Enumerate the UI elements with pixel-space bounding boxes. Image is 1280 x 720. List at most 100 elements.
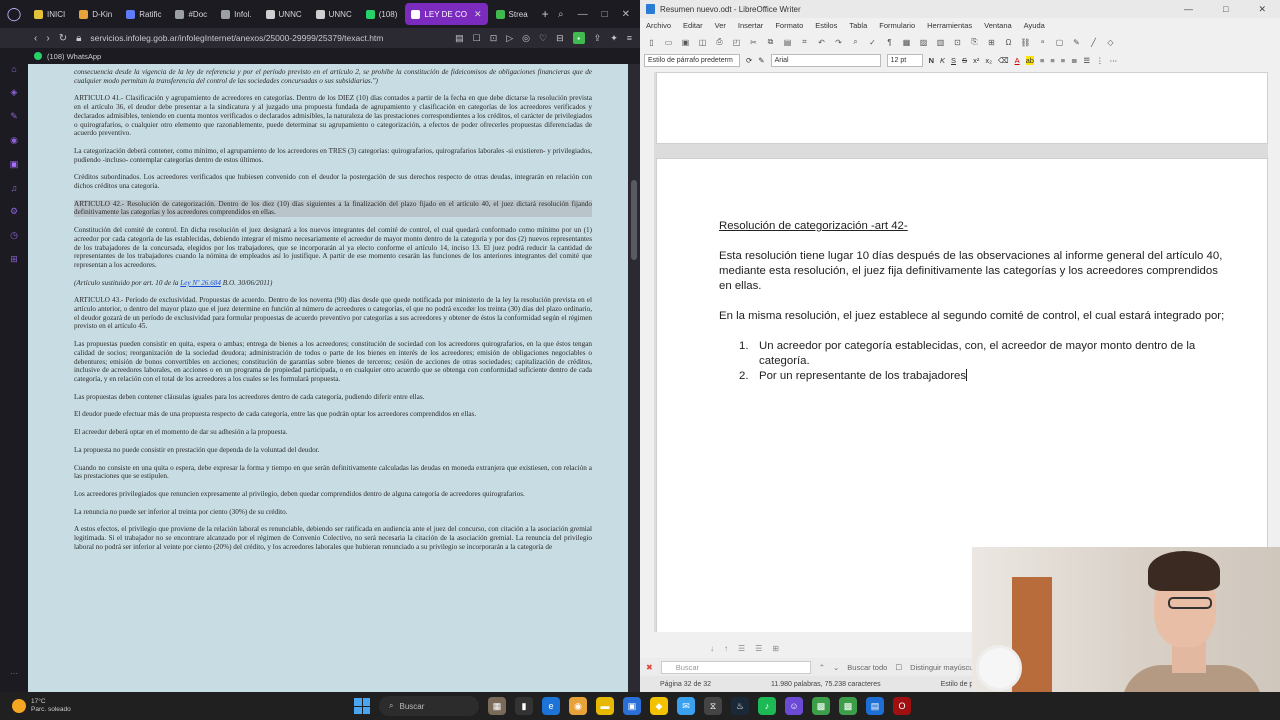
table-icon[interactable]: ▦: [901, 37, 912, 47]
menu-item[interactable]: Formulario: [879, 21, 915, 30]
reload-icon[interactable]: ↻: [59, 33, 67, 44]
obs-icon[interactable]: ◆: [650, 697, 668, 715]
browser-tab[interactable]: UNNC: [260, 3, 308, 25]
paste-icon[interactable]: ▤: [782, 37, 793, 47]
field-icon[interactable]: ⊞: [986, 37, 997, 47]
browser-tab[interactable]: Infol.: [215, 3, 257, 25]
special-char-icon[interactable]: Ω: [1003, 37, 1014, 47]
update-style-icon[interactable]: ⟳: [746, 56, 752, 65]
settings-icon[interactable]: ⚙: [10, 206, 18, 217]
taskbar-search[interactable]: ⌕ Buscar: [379, 696, 479, 716]
mail-icon[interactable]: ✉: [677, 697, 695, 715]
font-color-icon[interactable]: A: [1015, 56, 1020, 65]
minecraft-icon[interactable]: ▩: [812, 697, 830, 715]
widget-icon[interactable]: ▦: [488, 697, 506, 715]
menu-item[interactable]: Ayuda: [1024, 21, 1045, 30]
new-tab-icon[interactable]: +: [536, 7, 555, 21]
superscript-icon[interactable]: x²: [973, 56, 979, 65]
align-center-icon[interactable]: ≡: [1050, 56, 1054, 65]
minimize-icon[interactable]: —: [578, 9, 588, 20]
more-icon[interactable]: ⋯: [10, 669, 18, 678]
explorer-icon[interactable]: ▬: [596, 697, 614, 715]
music-icon[interactable]: ♫: [11, 183, 18, 193]
strikethrough-icon[interactable]: S: [962, 56, 967, 65]
menu-item[interactable]: Archivo: [646, 21, 671, 30]
bullets-icon[interactable]: ☰: [1083, 56, 1090, 65]
menu-icon[interactable]: ≡: [627, 33, 632, 43]
browser-tab[interactable]: Ratific: [120, 3, 167, 25]
comment-icon[interactable]: ▢: [1054, 37, 1065, 47]
save-icon[interactable]: ▣: [680, 37, 691, 47]
whatsapp-icon[interactable]: ◉: [10, 135, 18, 146]
spotify-icon[interactable]: ♪: [758, 697, 776, 715]
extension-icon[interactable]: ▪: [572, 32, 585, 44]
find-all-button[interactable]: Buscar todo: [847, 663, 887, 672]
status-words[interactable]: 11.980 palabras, 75.238 caracteres: [771, 681, 881, 688]
outline-icon[interactable]: ⋯: [1110, 56, 1118, 65]
menu-item[interactable]: Insertar: [738, 21, 763, 30]
export-pdf-icon[interactable]: ◫: [697, 37, 708, 47]
undo-icon[interactable]: ↶: [816, 37, 827, 47]
footnote-icon[interactable]: ᵃ: [1037, 37, 1048, 47]
formatting-marks-icon[interactable]: ¶: [884, 37, 895, 47]
opera-taskbar-icon[interactable]: O: [893, 697, 911, 715]
doc-scrollbar[interactable]: [628, 64, 640, 692]
spellcheck-icon[interactable]: ✓: [867, 37, 878, 47]
nav-prev-icon[interactable]: ↓: [710, 644, 714, 653]
subscript-icon[interactable]: x₂: [985, 56, 992, 65]
chrome-icon[interactable]: ◉: [569, 697, 587, 715]
nav-list-icon[interactable]: ☰: [738, 644, 745, 653]
ai-icon[interactable]: ✦: [610, 33, 618, 44]
home-icon[interactable]: ⌂: [11, 64, 16, 74]
menu-item[interactable]: Tabla: [849, 21, 867, 30]
writer-minimize-icon[interactable]: —: [1184, 4, 1193, 15]
nav-tool-icon[interactable]: ⊞: [772, 644, 779, 653]
status-page[interactable]: Página 32 de 32: [660, 681, 711, 688]
vpn-icon[interactable]: ◎: [522, 33, 530, 44]
textbox-icon[interactable]: ⊡: [952, 37, 963, 47]
chart-icon[interactable]: ▥: [935, 37, 946, 47]
new-style-icon[interactable]: ✎: [758, 56, 764, 65]
taskview-icon[interactable]: ▮: [515, 697, 533, 715]
back-icon[interactable]: ‹: [34, 33, 37, 44]
weather-widget[interactable]: 17°C Parc. soleado: [0, 698, 300, 714]
capcut-icon[interactable]: ⧖: [704, 697, 722, 715]
discord-icon[interactable]: ☺: [785, 697, 803, 715]
numbering-icon[interactable]: ⋮: [1096, 56, 1104, 65]
twitch-icon[interactable]: ▣: [10, 159, 19, 170]
italic-icon[interactable]: K: [940, 56, 945, 65]
cut-icon[interactable]: ✂: [748, 37, 759, 47]
share-icon[interactable]: ⇪: [594, 33, 602, 44]
open-icon[interactable]: ▭: [663, 37, 674, 47]
browser-tab[interactable]: LEY DE CO ✕: [405, 3, 488, 25]
align-right-icon[interactable]: ≡: [1061, 56, 1065, 65]
nav-next-icon[interactable]: ↑: [724, 644, 728, 653]
history-icon[interactable]: ◷: [10, 230, 18, 241]
close-find-icon[interactable]: ✖: [646, 663, 653, 672]
preview-icon[interactable]: ◰: [731, 37, 742, 47]
track-changes-icon[interactable]: ✎: [1071, 37, 1082, 47]
shapes-icon[interactable]: ◇: [1105, 37, 1116, 47]
store-icon[interactable]: ▣: [623, 697, 641, 715]
wallet-icon[interactable]: ⊟: [556, 33, 564, 44]
law-link[interactable]: Ley Nº 26.684: [180, 279, 221, 287]
redo-icon[interactable]: ↷: [833, 37, 844, 47]
browser-tab[interactable]: #Doc: [169, 3, 213, 25]
writer-maximize-icon[interactable]: □: [1223, 4, 1228, 15]
clear-format-icon[interactable]: ⌫: [998, 56, 1009, 65]
font-name-select[interactable]: Arial: [770, 53, 881, 67]
screenshot-icon[interactable]: ⊡: [490, 33, 498, 44]
font-size-select[interactable]: 12 pt: [886, 53, 923, 67]
find-prev-icon[interactable]: ⌃: [819, 663, 825, 672]
copy-icon[interactable]: ⧉: [765, 37, 776, 47]
messenger-icon[interactable]: ◈: [11, 87, 18, 98]
extensions-icon[interactable]: ⊞: [10, 254, 18, 265]
hyperlink-icon[interactable]: ⛓: [1020, 37, 1031, 47]
new-doc-icon[interactable]: ▯: [646, 37, 657, 47]
tab-close-icon[interactable]: ✕: [474, 9, 482, 20]
edit-icon[interactable]: ✎: [10, 111, 18, 122]
edge-icon[interactable]: e: [542, 697, 560, 715]
minecraft-2-icon[interactable]: ▩: [839, 697, 857, 715]
image-icon[interactable]: ▨: [918, 37, 929, 47]
line-icon[interactable]: ╱: [1088, 37, 1099, 47]
